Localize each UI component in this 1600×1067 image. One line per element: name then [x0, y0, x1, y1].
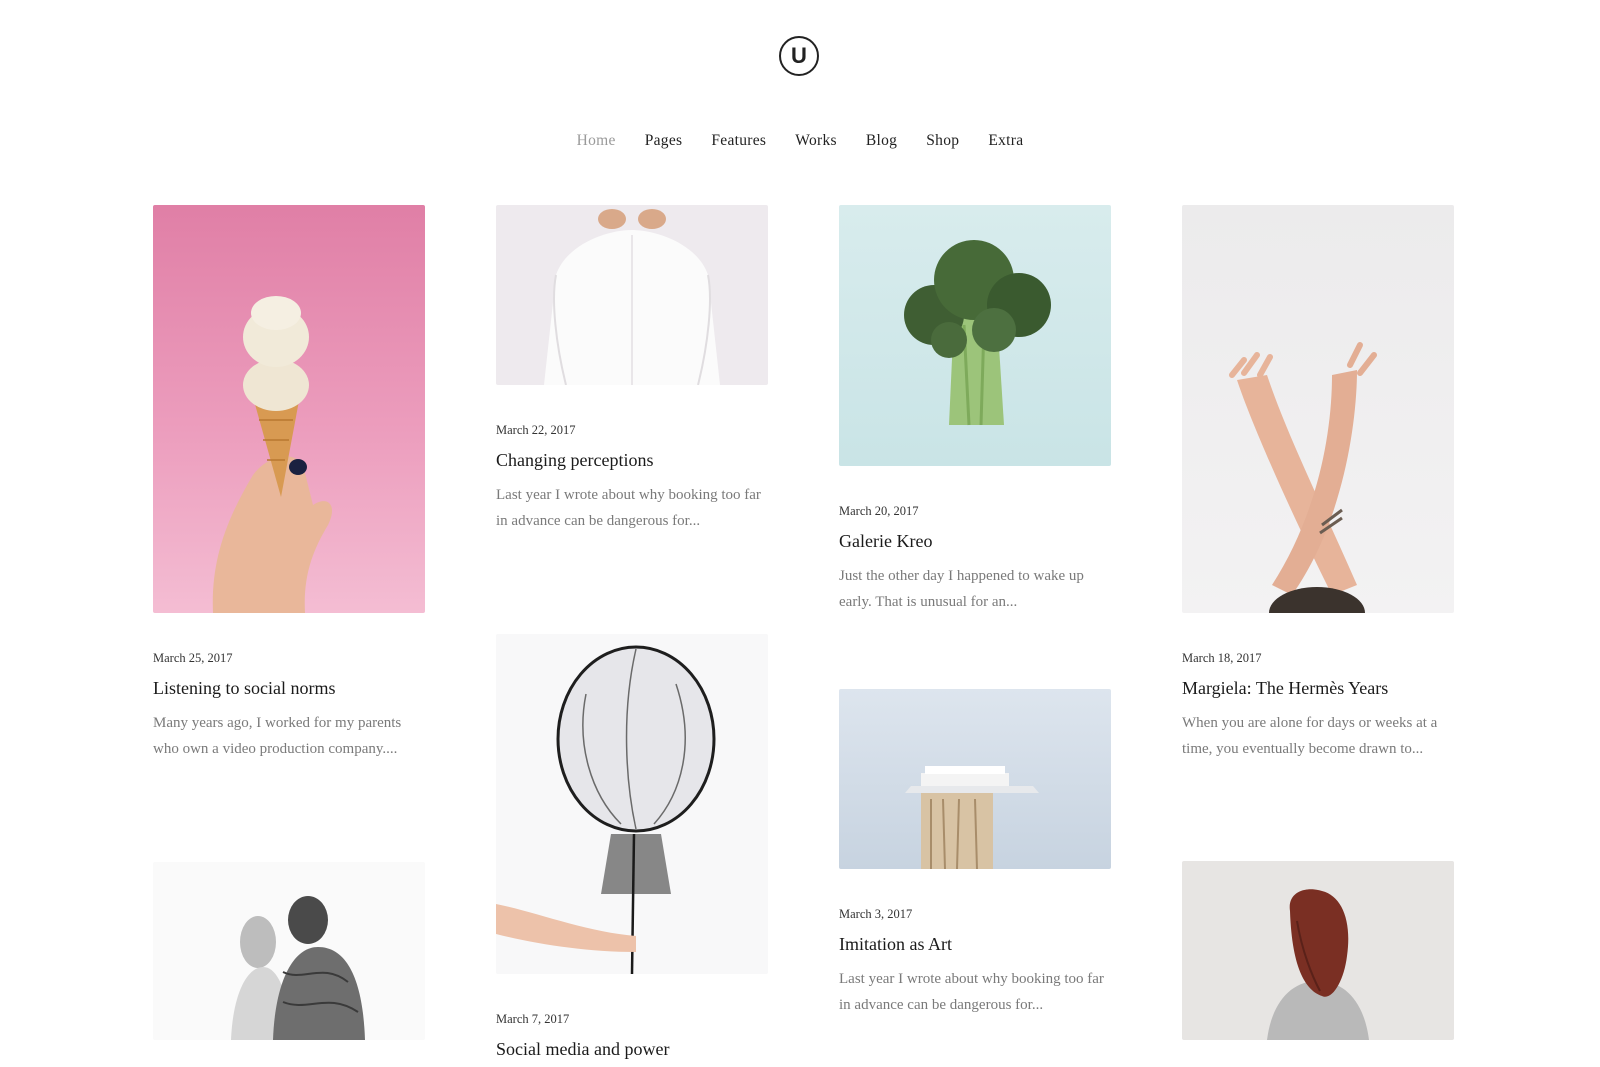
post-image[interactable] — [496, 205, 768, 385]
post-date: March 25, 2017 — [153, 651, 233, 665]
main-nav: Home Pages Features Works Blog Shop Extr… — [0, 132, 1600, 150]
post-image[interactable] — [1182, 205, 1454, 613]
post-card — [1182, 861, 1454, 1040]
post-image[interactable] — [153, 862, 425, 1040]
post-card: March 20, 2017 Galerie Kreo Just the oth… — [839, 205, 1111, 615]
nav-item-home[interactable]: Home — [577, 132, 616, 150]
post-excerpt: Many years ago, I worked for my parents … — [153, 715, 402, 757]
post-card — [153, 862, 425, 1040]
post-card: March 3, 2017 Imitation as Art Last year… — [839, 689, 1111, 1018]
post-date: March 3, 2017 — [839, 907, 913, 921]
post-title[interactable]: Listening to social norms — [153, 678, 425, 699]
post-image[interactable] — [153, 205, 425, 613]
nav-item-pages[interactable]: Pages — [645, 132, 683, 150]
site-logo[interactable]: U — [779, 36, 819, 76]
post-card: March 7, 2017 Social media and power — [496, 634, 768, 1060]
post-excerpt: Last year I wrote about why booking too … — [839, 971, 1104, 1013]
post-date: March 18, 2017 — [1182, 651, 1262, 665]
post-excerpt: When you are alone for days or weeks at … — [1182, 715, 1438, 757]
post-image[interactable] — [496, 634, 768, 974]
nav-item-blog[interactable]: Blog — [866, 132, 897, 150]
post-image[interactable] — [839, 205, 1111, 466]
post-card: March 22, 2017 Changing perceptions Last… — [496, 205, 768, 534]
post-date: March 20, 2017 — [839, 504, 919, 518]
nav-item-features[interactable]: Features — [711, 132, 766, 150]
post-image[interactable] — [839, 689, 1111, 869]
post-date: March 22, 2017 — [496, 423, 576, 437]
nav-item-works[interactable]: Works — [795, 132, 837, 150]
post-excerpt: Last year I wrote about why booking too … — [496, 487, 761, 529]
post-image[interactable] — [1182, 861, 1454, 1040]
nav-item-extra[interactable]: Extra — [988, 132, 1023, 150]
post-card: March 18, 2017 Margiela: The Hermès Year… — [1182, 205, 1454, 762]
post-excerpt: Just the other day I happened to wake up… — [839, 568, 1084, 610]
post-title[interactable]: Imitation as Art — [839, 934, 1111, 955]
post-card: March 25, 2017 Listening to social norms… — [153, 205, 425, 762]
post-date: March 7, 2017 — [496, 1012, 570, 1026]
post-title[interactable]: Galerie Kreo — [839, 531, 1111, 552]
post-title[interactable]: Margiela: The Hermès Years — [1182, 678, 1454, 699]
post-title[interactable]: Changing perceptions — [496, 450, 768, 471]
nav-item-shop[interactable]: Shop — [926, 132, 959, 150]
post-title[interactable]: Social media and power — [496, 1039, 768, 1060]
